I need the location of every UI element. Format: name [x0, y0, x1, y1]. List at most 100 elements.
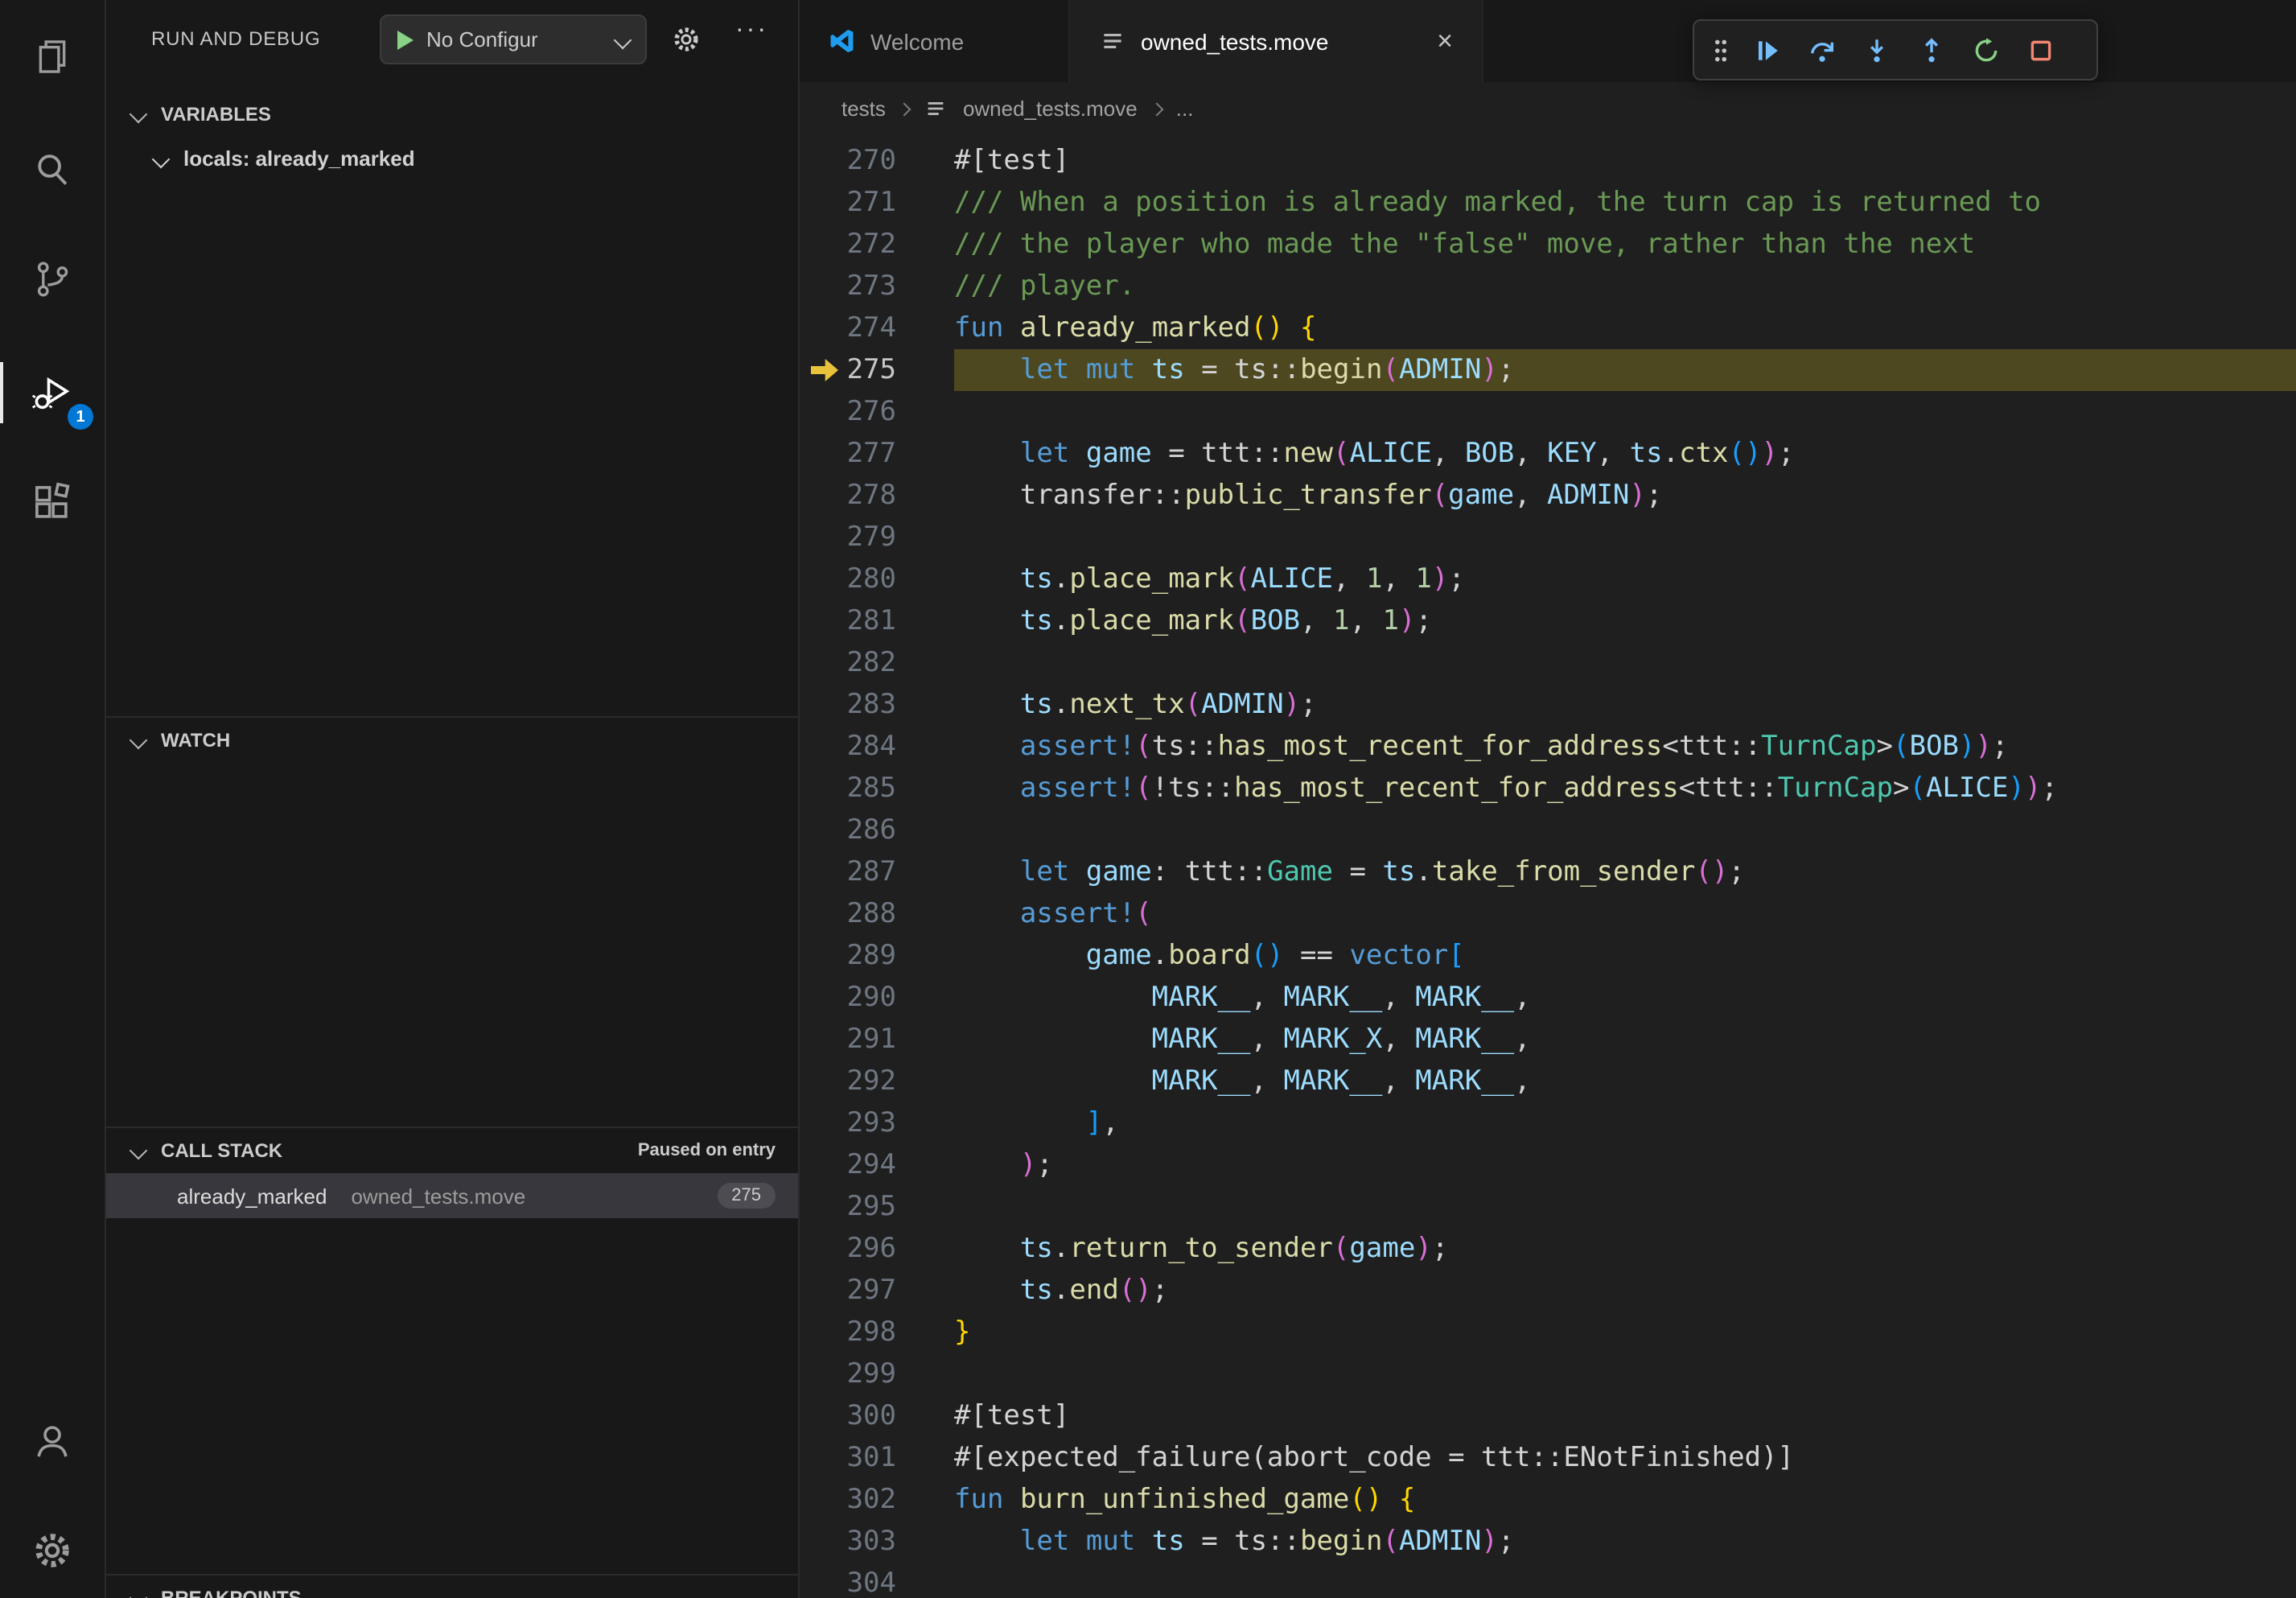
- breadcrumb-more[interactable]: ...: [1176, 97, 1194, 121]
- code-line[interactable]: 270 #[test]: [800, 140, 2296, 182]
- code-text[interactable]: MARK__, MARK_X, MARK__,: [954, 1019, 2296, 1061]
- code-text[interactable]: [954, 517, 2296, 558]
- code-line[interactable]: 303 let mut ts = ts::begin(ADMIN);: [800, 1521, 2296, 1563]
- line-number-gutter[interactable]: 299: [800, 1353, 896, 1395]
- code-text[interactable]: /// player.: [954, 266, 2296, 307]
- code-text[interactable]: transfer::public_transfer(game, ADMIN);: [954, 475, 2296, 517]
- code-text[interactable]: let game = ttt::new(ALICE, BOB, KEY, ts.…: [954, 433, 2296, 475]
- code-text[interactable]: ts.next_tx(ADMIN);: [954, 684, 2296, 726]
- line-number-gutter[interactable]: 271: [800, 182, 896, 224]
- line-number-gutter[interactable]: 281: [800, 600, 896, 642]
- code-line[interactable]: 299: [800, 1353, 2296, 1395]
- code-text[interactable]: let mut ts = ts::begin(ADMIN);: [954, 349, 2296, 391]
- code-line[interactable]: 286: [800, 809, 2296, 851]
- stop-button[interactable]: [2013, 26, 2068, 74]
- line-number-gutter[interactable]: 275: [800, 349, 896, 391]
- code-text[interactable]: [954, 809, 2296, 851]
- code-line[interactable]: 274 fun already_marked() {: [800, 307, 2296, 349]
- line-number-gutter[interactable]: 274: [800, 307, 896, 349]
- extensions-icon[interactable]: [0, 463, 105, 541]
- code-text[interactable]: ts.place_mark(ALICE, 1, 1);: [954, 558, 2296, 600]
- code-line[interactable]: 297 ts.end();: [800, 1270, 2296, 1312]
- call-stack-frame[interactable]: already_marked owned_tests.move 275: [106, 1173, 798, 1218]
- code-text[interactable]: let game: ttt::Game = ts.take_from_sende…: [954, 851, 2296, 893]
- line-number-gutter[interactable]: 304: [800, 1563, 896, 1598]
- explorer-icon[interactable]: [0, 18, 105, 95]
- settings-gear-icon[interactable]: [0, 1511, 105, 1588]
- line-number-gutter[interactable]: 300: [800, 1395, 896, 1437]
- line-number-gutter[interactable]: 285: [800, 768, 896, 809]
- code-line[interactable]: 271 /// When a position is already marked…: [800, 182, 2296, 224]
- code-line[interactable]: 278 transfer::public_transfer(game, ADMI…: [800, 475, 2296, 517]
- line-number-gutter[interactable]: 279: [800, 517, 896, 558]
- line-number-gutter[interactable]: 280: [800, 558, 896, 600]
- code-text[interactable]: }: [954, 1312, 2296, 1353]
- tab-owned-tests[interactable]: owned_tests.move ×: [1070, 0, 1483, 82]
- line-number-gutter[interactable]: 272: [800, 224, 896, 266]
- code-line[interactable]: 276: [800, 391, 2296, 433]
- line-number-gutter[interactable]: 292: [800, 1061, 896, 1102]
- debug-settings-gear-icon[interactable]: [671, 24, 702, 63]
- line-number-gutter[interactable]: 291: [800, 1019, 896, 1061]
- line-number-gutter[interactable]: 288: [800, 893, 896, 935]
- more-actions-icon[interactable]: ···: [735, 16, 768, 45]
- code-line[interactable]: 298}: [800, 1312, 2296, 1353]
- drag-handle-icon[interactable]: [1702, 26, 1739, 74]
- continue-button[interactable]: [1739, 26, 1794, 74]
- line-number-gutter[interactable]: 298: [800, 1312, 896, 1353]
- code-line[interactable]: 279: [800, 517, 2296, 558]
- step-over-button[interactable]: [1794, 26, 1849, 74]
- code-text[interactable]: ts.return_to_sender(game);: [954, 1228, 2296, 1270]
- line-number-gutter[interactable]: 284: [800, 726, 896, 768]
- code-text[interactable]: /// the player who made the "false" move…: [954, 224, 2296, 266]
- code-text[interactable]: #[expected_failure(abort_code = ttt::ENo…: [954, 1437, 2296, 1479]
- code-text[interactable]: [954, 391, 2296, 433]
- code-line[interactable]: 293 ],: [800, 1102, 2296, 1144]
- code-text[interactable]: ts.place_mark(BOB, 1, 1);: [954, 600, 2296, 642]
- code-line[interactable]: 285 assert!(!ts::has_most_recent_for_add…: [800, 768, 2296, 809]
- line-number-gutter[interactable]: 295: [800, 1186, 896, 1228]
- code-text[interactable]: [954, 1186, 2296, 1228]
- line-number-gutter[interactable]: 273: [800, 266, 896, 307]
- code-line[interactable]: 295: [800, 1186, 2296, 1228]
- code-text[interactable]: /// When a position is already marked, t…: [954, 182, 2296, 224]
- code-text[interactable]: [954, 642, 2296, 684]
- code-line[interactable]: 281 ts.place_mark(BOB, 1, 1);: [800, 600, 2296, 642]
- code-text[interactable]: assert!(ts::has_most_recent_for_address<…: [954, 726, 2296, 768]
- line-number-gutter[interactable]: 277: [800, 433, 896, 475]
- source-control-icon[interactable]: [0, 240, 105, 317]
- code-text[interactable]: fun burn_unfinished_game() {: [954, 1479, 2296, 1521]
- code-text[interactable]: [954, 1563, 2296, 1598]
- code-text[interactable]: game.board() == vector[: [954, 935, 2296, 977]
- line-number-gutter[interactable]: 287: [800, 851, 896, 893]
- line-number-gutter[interactable]: 286: [800, 809, 896, 851]
- call-stack-header[interactable]: CALL STACK Paused on entry: [106, 1128, 798, 1173]
- line-number-gutter[interactable]: 278: [800, 475, 896, 517]
- code-text[interactable]: assert!(: [954, 893, 2296, 935]
- line-number-gutter[interactable]: 270: [800, 140, 896, 182]
- line-number-gutter[interactable]: 301: [800, 1437, 896, 1479]
- code-line[interactable]: 296 ts.return_to_sender(game);: [800, 1228, 2296, 1270]
- code-text[interactable]: #[test]: [954, 140, 2296, 182]
- code-line[interactable]: 275 let mut ts = ts::begin(ADMIN);: [800, 349, 2296, 391]
- step-out-button[interactable]: [1903, 26, 1958, 74]
- code-text[interactable]: );: [954, 1144, 2296, 1186]
- variables-header[interactable]: VARIABLES: [106, 92, 798, 137]
- code-text[interactable]: let mut ts = ts::begin(ADMIN);: [954, 1521, 2296, 1563]
- code-line[interactable]: 290 MARK__, MARK__, MARK__,: [800, 977, 2296, 1019]
- line-number-gutter[interactable]: 283: [800, 684, 896, 726]
- code-line[interactable]: 284 assert!(ts::has_most_recent_for_addr…: [800, 726, 2296, 768]
- breadcrumb-folder[interactable]: tests: [841, 97, 886, 121]
- line-number-gutter[interactable]: 297: [800, 1270, 896, 1312]
- code-text[interactable]: #[test]: [954, 1395, 2296, 1437]
- breadcrumb-file[interactable]: owned_tests.move: [963, 97, 1138, 121]
- code-text[interactable]: [954, 1353, 2296, 1395]
- line-number-gutter[interactable]: 293: [800, 1102, 896, 1144]
- code-line[interactable]: 304: [800, 1563, 2296, 1598]
- line-number-gutter[interactable]: 276: [800, 391, 896, 433]
- code-line[interactable]: 291 MARK__, MARK_X, MARK__,: [800, 1019, 2296, 1061]
- line-number-gutter[interactable]: 294: [800, 1144, 896, 1186]
- code-text[interactable]: fun already_marked() {: [954, 307, 2296, 349]
- code-line[interactable]: 292 MARK__, MARK__, MARK__,: [800, 1061, 2296, 1102]
- line-number-gutter[interactable]: 303: [800, 1521, 896, 1563]
